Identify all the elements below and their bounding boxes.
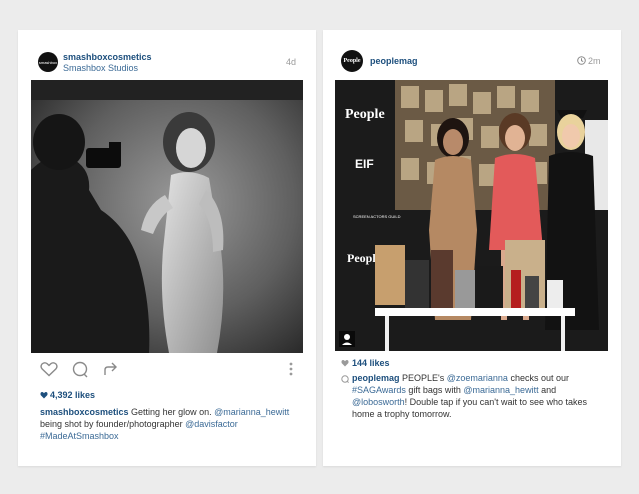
likes-count[interactable]: 144 likes — [352, 358, 390, 368]
avatar[interactable]: People — [341, 50, 363, 72]
caption-username[interactable]: peoplemag — [352, 373, 400, 383]
photo-eif-text: EIF — [355, 157, 374, 171]
post-caption: smashboxcosmetics Getting her glow on. @… — [40, 406, 296, 442]
heart-icon[interactable] — [40, 361, 58, 377]
post-username[interactable]: peoplemag — [370, 56, 418, 66]
clock-icon — [577, 56, 586, 65]
photo-studio-portrait — [31, 80, 303, 353]
comment-icon — [341, 375, 349, 383]
caption-mention[interactable]: @marianna_hewitt — [214, 407, 289, 417]
caption-text: and — [538, 385, 557, 395]
photo-event-step-and-repeat: People People EIF SCREEN ACTORS GUILD — [335, 80, 608, 351]
instagram-post-card: People peoplemag 2m People People EIF SC… — [323, 30, 621, 466]
caption-text: being shot by founder/photographer — [40, 419, 186, 429]
likes-heart-icon — [40, 391, 48, 399]
likes-heart-icon — [341, 359, 349, 367]
post-photo[interactable]: People People EIF SCREEN ACTORS GUILD — [335, 80, 608, 351]
comment-icon[interactable] — [71, 361, 89, 378]
avatar[interactable]: smashbox — [38, 52, 58, 72]
caption-text: Getting her glow on. — [128, 407, 215, 417]
caption-hashtag[interactable]: #SAGAwards — [352, 385, 406, 395]
photo-brand-text: People — [345, 107, 385, 122]
share-icon[interactable] — [102, 361, 120, 377]
avatar-text: smashbox — [38, 59, 58, 65]
caption-text: checks out our — [507, 373, 569, 383]
caption-mention[interactable]: @marianna_hewitt — [463, 385, 538, 395]
post-photo[interactable] — [31, 80, 303, 353]
post-username[interactable]: smashboxcosmetics — [63, 52, 152, 62]
likes-count[interactable]: 4,392 likes — [50, 390, 95, 400]
caption-text: PEOPLE's — [399, 373, 447, 383]
caption-mention[interactable]: @lobosworth — [352, 397, 405, 407]
caption-username[interactable]: smashboxcosmetics — [40, 407, 129, 417]
caption-mention[interactable]: @davisfactor — [185, 419, 238, 429]
caption-text: gift bags with — [405, 385, 464, 395]
post-location[interactable]: Smashbox Studios — [63, 63, 138, 73]
photo-sag-text: SCREEN ACTORS GUILD — [353, 214, 401, 219]
user-tag-icon[interactable] — [344, 334, 350, 340]
instagram-post-card: smashbox smashboxcosmetics Smashbox Stud… — [18, 30, 316, 466]
caption-hashtag[interactable]: #MadeAtSmashbox — [40, 431, 119, 441]
post-timestamp: 4d — [285, 57, 296, 67]
more-options-icon[interactable] — [288, 361, 294, 377]
caption-mention[interactable]: @zoemarianna — [447, 373, 508, 383]
post-caption: peoplemag PEOPLE's @zoemarianna checks o… — [352, 372, 610, 420]
avatar-text: People — [343, 58, 361, 64]
post-timestamp: 2m — [588, 56, 601, 66]
